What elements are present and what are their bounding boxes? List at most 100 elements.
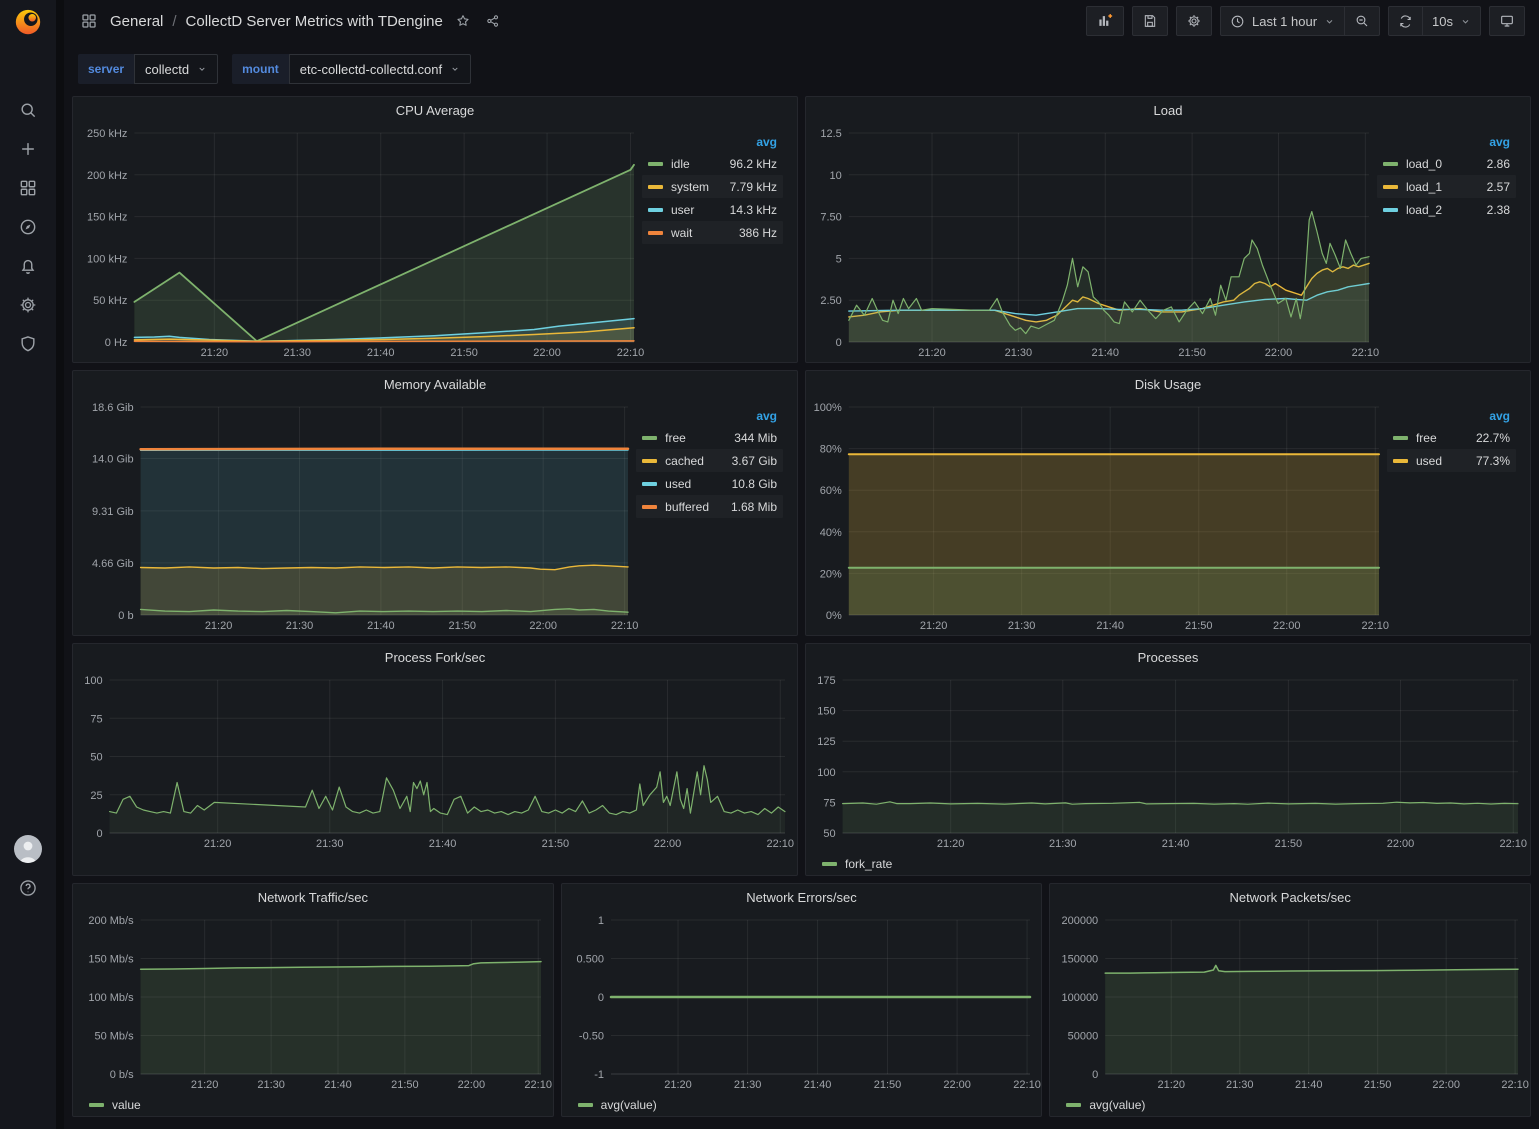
sidebar-item-server-admin[interactable] [0, 324, 56, 363]
legend-item-user[interactable]: user14.3 kHz [642, 198, 783, 221]
chart-canvas[interactable]: 21:2021:3021:4021:5022:0022:100 b/s50 Mb… [79, 910, 547, 1092]
avatar [13, 834, 43, 864]
legend-value: 7.79 kHz [725, 180, 777, 194]
chart-canvas[interactable]: 21:2021:3021:4021:5022:0022:10-1-0.5000.… [568, 910, 1036, 1092]
chart-traffic[interactable]: 21:2021:3021:4021:5022:0022:100 b/s50 Mb… [79, 910, 547, 1092]
sidebar-item-alerting[interactable] [0, 246, 56, 285]
svg-text:150: 150 [817, 706, 835, 718]
dashboard-row: Process Fork/sec21:2021:3021:4021:5022:0… [72, 643, 1531, 876]
variable-mount-select[interactable]: etc-collectd-collectd.conf [289, 54, 471, 84]
legend-swatch [578, 1103, 593, 1107]
legend-item-fork_rate[interactable]: fork_rate [822, 857, 892, 871]
panel-title[interactable]: Memory Available [73, 371, 797, 397]
chart-canvas[interactable]: 21:2021:3021:4021:5022:0022:100 b4.66 Gi… [79, 397, 634, 633]
panel-title[interactable]: Process Fork/sec [73, 644, 797, 670]
panel-body: 21:2021:3021:4021:5022:0022:105075100125… [806, 670, 1530, 853]
panel-title[interactable]: Load [806, 97, 1530, 123]
svg-text:21:20: 21:20 [664, 1079, 692, 1091]
legend-label: wait [671, 226, 692, 240]
legend-item-used[interactable]: used10.8 Gib [636, 472, 783, 495]
legend-swatch [1383, 208, 1398, 212]
user-profile-button[interactable] [0, 829, 56, 868]
svg-text:21:50: 21:50 [1364, 1079, 1392, 1091]
sidebar-item-dashboards[interactable] [0, 168, 56, 207]
legend-item-avg(value)[interactable]: avg(value) [578, 1098, 657, 1112]
sidebar-item-search[interactable] [0, 90, 56, 129]
variable-server-label: server [78, 54, 134, 84]
refresh-button[interactable] [1388, 6, 1423, 36]
breadcrumb-separator: / [172, 13, 176, 30]
panel-title[interactable]: Processes [806, 644, 1530, 670]
legend-label: buffered [665, 500, 709, 514]
svg-text:0.500: 0.500 [576, 954, 604, 966]
save-dashboard-button[interactable] [1132, 6, 1168, 36]
chart-canvas[interactable]: 21:2021:3021:4021:5022:0022:100%20%40%60… [812, 397, 1385, 633]
sidebar-item-explore[interactable] [0, 207, 56, 246]
star-dashboard-button[interactable] [453, 11, 473, 31]
grafana-logo[interactable] [0, 0, 56, 44]
legend-item-load_2[interactable]: load_22.38 [1377, 198, 1516, 221]
legend-item-idle[interactable]: idle96.2 kHz [642, 152, 783, 175]
add-panel-button[interactable] [1086, 6, 1124, 36]
chart-canvas[interactable]: 21:2021:3021:4021:5022:0022:100500001000… [1056, 910, 1524, 1092]
chart-errors[interactable]: 21:2021:3021:4021:5022:0022:10-1-0.5000.… [568, 910, 1036, 1092]
chart-processes[interactable]: 21:2021:3021:4021:5022:0022:105075100125… [812, 670, 1524, 851]
legend-item-free[interactable]: free22.7% [1387, 426, 1516, 449]
help-button[interactable] [0, 868, 56, 907]
legend-item-value[interactable]: value [89, 1098, 141, 1112]
panel-title[interactable]: Network Traffic/sec [73, 884, 553, 910]
sidebar-item-configuration[interactable] [0, 285, 56, 324]
legend-item-system[interactable]: system 7.79 kHz [642, 175, 783, 198]
legend-item-load_0[interactable]: load_02.86 [1377, 152, 1516, 175]
legend-item-cached[interactable]: cached3.67 Gib [636, 449, 783, 472]
zoom-out-time-button[interactable] [1345, 6, 1380, 36]
panel-title[interactable]: CPU Average [73, 97, 797, 123]
legend-item-used[interactable]: used77.3% [1387, 449, 1516, 472]
chart-disk[interactable]: 21:2021:3021:4021:5022:0022:100%20%40%60… [812, 397, 1385, 633]
chart-canvas[interactable]: 21:2021:3021:4021:5022:0022:105075100125… [812, 670, 1524, 851]
legend-avg-header[interactable]: avg [642, 135, 783, 152]
legend-item-buffered[interactable]: buffered1.68 Mib [636, 495, 783, 518]
time-range-picker[interactable]: Last 1 hour [1220, 6, 1345, 36]
dashboard-title[interactable]: CollectD Server Metrics with TDengine [186, 13, 443, 30]
svg-text:21:50: 21:50 [449, 620, 477, 632]
svg-text:0: 0 [598, 992, 604, 1004]
chart-cpu[interactable]: 21:2021:3021:4021:5022:0022:100 Hz50 kHz… [79, 123, 640, 360]
svg-text:21:30: 21:30 [284, 347, 312, 359]
sidebar-item-create[interactable] [0, 129, 56, 168]
chart-fork[interactable]: 21:2021:3021:4021:5022:0022:100255075100 [79, 670, 791, 851]
legend-item-wait[interactable]: wait386 Hz [642, 221, 783, 244]
svg-text:22:10: 22:10 [611, 620, 639, 632]
chart-packets[interactable]: 21:2021:3021:4021:5022:0022:100500001000… [1056, 910, 1524, 1092]
panel-title[interactable]: Disk Usage [806, 371, 1530, 397]
legend-swatch [642, 459, 657, 463]
legend-label: system [671, 180, 709, 194]
panel-title[interactable]: Network Packets/sec [1050, 884, 1530, 910]
legend-item-load_1[interactable]: load_12.57 [1377, 175, 1516, 198]
legend-item-free[interactable]: free344 Mib [636, 426, 783, 449]
chart-load[interactable]: 21:2021:3021:4021:5022:0022:1002.5057.50… [812, 123, 1375, 360]
chart-memory[interactable]: 21:2021:3021:4021:5022:0022:100 b4.66 Gi… [79, 397, 634, 633]
dashboard-settings-button[interactable] [1176, 6, 1212, 36]
plus-icon [18, 139, 38, 159]
chart-canvas[interactable]: 21:2021:3021:4021:5022:0022:100255075100 [79, 670, 791, 851]
bell-icon [18, 256, 38, 276]
svg-text:22:00: 22:00 [1387, 838, 1415, 850]
panel-body: 21:2021:3021:4021:5022:0022:100 Hz50 kHz… [73, 123, 797, 362]
svg-text:4.66 Gib: 4.66 Gib [92, 558, 134, 570]
variable-server-select[interactable]: collectd [134, 54, 218, 84]
svg-text:250 kHz: 250 kHz [87, 128, 127, 140]
chart-canvas[interactable]: 21:2021:3021:4021:5022:0022:100 Hz50 kHz… [79, 123, 640, 360]
share-dashboard-button[interactable] [483, 11, 503, 31]
svg-text:150 Mb/s: 150 Mb/s [88, 954, 134, 966]
legend-avg-header[interactable]: avg [1377, 135, 1516, 152]
refresh-interval-picker[interactable]: 10s [1423, 6, 1481, 36]
chart-canvas[interactable]: 21:2021:3021:4021:5022:0022:1002.5057.50… [812, 123, 1375, 360]
breadcrumb-folder[interactable]: General [110, 13, 163, 30]
legend-item-avg(value)[interactable]: avg(value) [1066, 1098, 1145, 1112]
panel-title[interactable]: Network Errors/sec [562, 884, 1042, 910]
legend-avg-header[interactable]: avg [1387, 409, 1516, 426]
panel-processes: Processes21:2021:3021:4021:5022:0022:105… [805, 643, 1531, 876]
cycle-view-button[interactable] [1489, 6, 1525, 36]
legend-avg-header[interactable]: avg [636, 409, 783, 426]
